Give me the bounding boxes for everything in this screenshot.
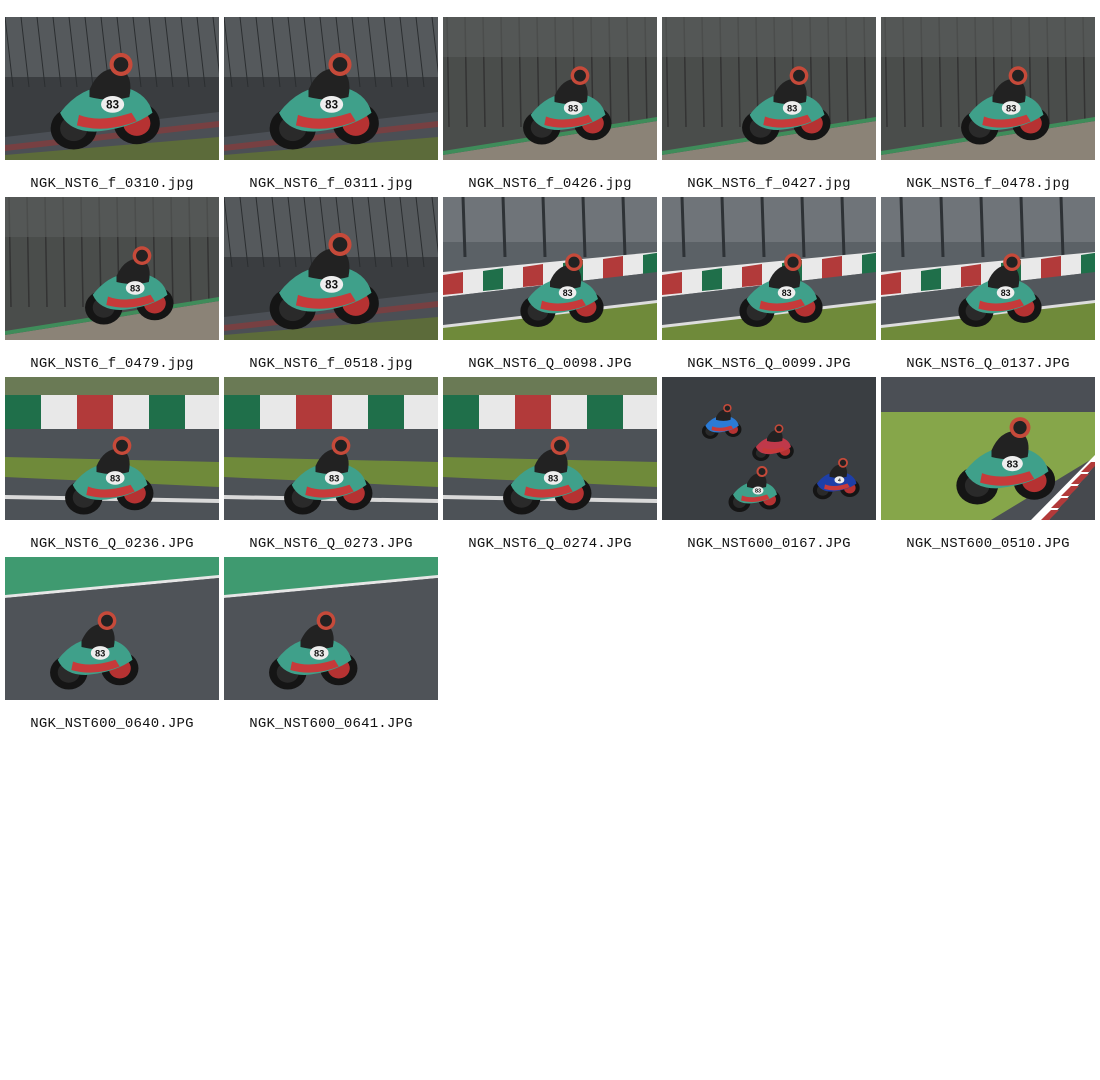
photo-thumbnail[interactable]: 83: [443, 377, 657, 520]
photo-filename[interactable]: NGK_NST6_f_0427.jpg: [662, 176, 876, 192]
photo-thumbnail[interactable]: 4 83: [662, 377, 876, 520]
photo-thumbnail[interactable]: 83: [881, 377, 1095, 520]
svg-text:83: 83: [106, 100, 119, 112]
gallery-item[interactable]: 83 NGK_NST6_Q_0273.JPG: [224, 377, 443, 557]
photo-thumbnail[interactable]: 83: [5, 197, 219, 340]
photo-thumbnail[interactable]: 83: [662, 197, 876, 340]
photo-filename[interactable]: NGK_NST6_Q_0274.JPG: [443, 536, 657, 552]
svg-text:4: 4: [838, 478, 841, 484]
photo-thumbnail[interactable]: 83: [443, 17, 657, 160]
gallery-row: 83 NGK_NST6_Q_0236.JPG 83 NGK_NST6_Q_0273.…: [5, 377, 1100, 557]
photo-thumbnail[interactable]: 83: [224, 17, 438, 160]
motorcycle-photo-image: 83: [224, 17, 438, 160]
motorcycle-photo-image: 83: [5, 377, 219, 520]
gallery-item[interactable]: 83 NGK_NST6_f_0311.jpg: [224, 17, 443, 197]
svg-text:83: 83: [563, 288, 573, 298]
photo-filename[interactable]: NGK_NST600_0640.JPG: [5, 716, 219, 732]
photo-thumbnail[interactable]: 83: [5, 17, 219, 160]
motorcycle-photo-image: 83: [881, 197, 1095, 340]
photo-filename[interactable]: NGK_NST6_f_0518.jpg: [224, 356, 438, 372]
photo-filename[interactable]: NGK_NST6_Q_0273.JPG: [224, 536, 438, 552]
motorcycle-photo-image: 83: [662, 17, 876, 160]
svg-text:83: 83: [1001, 288, 1011, 298]
photo-filename[interactable]: NGK_NST6_f_0479.jpg: [5, 356, 219, 372]
thumbnail-gallery: 83 NGK_NST6_f_0310.jpg 83 NGK_NST6_f_0311.…: [5, 17, 1100, 737]
motorcycle-photo-image: 4 83: [662, 377, 876, 520]
photo-filename[interactable]: NGK_NST6_Q_0236.JPG: [5, 536, 219, 552]
svg-text:83: 83: [329, 473, 339, 483]
photo-thumbnail[interactable]: 83: [662, 17, 876, 160]
motorcycle-photo-image: 83: [443, 17, 657, 160]
svg-text:83: 83: [325, 100, 338, 112]
photo-thumbnail[interactable]: 83: [224, 557, 438, 700]
photo-thumbnail[interactable]: 83: [443, 197, 657, 340]
gallery-item[interactable]: 83 NGK_NST6_f_0518.jpg: [224, 197, 443, 377]
gallery-row: 83 NGK_NST600_0640.JPG 83 NGK_NST600_0641.…: [5, 557, 1100, 737]
gallery-item[interactable]: 83 NGK_NST600_0641.JPG: [224, 557, 443, 737]
svg-text:83: 83: [1007, 459, 1019, 470]
photo-filename[interactable]: NGK_NST6_f_0478.jpg: [881, 176, 1095, 192]
photo-filename[interactable]: NGK_NST6_f_0311.jpg: [224, 176, 438, 192]
photo-thumbnail[interactable]: 83: [881, 17, 1095, 160]
motorcycle-photo-image: 83: [443, 377, 657, 520]
svg-text:83: 83: [95, 648, 105, 658]
photo-filename[interactable]: NGK_NST600_0641.JPG: [224, 716, 438, 732]
gallery-item[interactable]: 83 NGK_NST6_f_0479.jpg: [5, 197, 224, 377]
gallery-item[interactable]: 83 NGK_NST6_Q_0137.JPG: [881, 197, 1100, 377]
motorcycle-photo-image: 83: [443, 197, 657, 340]
svg-text:83: 83: [314, 648, 324, 658]
photo-filename[interactable]: NGK_NST6_Q_0099.JPG: [662, 356, 876, 372]
svg-text:83: 83: [755, 489, 761, 495]
motorcycle-photo-image: 83: [224, 197, 438, 340]
gallery-item[interactable]: 83 NGK_NST6_Q_0274.JPG: [443, 377, 662, 557]
svg-text:83: 83: [782, 288, 792, 298]
gallery-item[interactable]: 83 NGK_NST6_f_0427.jpg: [662, 17, 881, 197]
photo-filename[interactable]: NGK_NST600_0510.JPG: [881, 536, 1095, 552]
gallery-item[interactable]: 83 NGK_NST6_f_0478.jpg: [881, 17, 1100, 197]
photo-filename[interactable]: NGK_NST600_0167.JPG: [662, 536, 876, 552]
photo-filename[interactable]: NGK_NST6_f_0310.jpg: [5, 176, 219, 192]
motorcycle-photo-image: 83: [5, 557, 219, 700]
motorcycle-photo-image: 83: [662, 197, 876, 340]
photo-thumbnail[interactable]: 83: [5, 557, 219, 700]
photo-thumbnail[interactable]: 83: [224, 197, 438, 340]
svg-text:83: 83: [787, 103, 797, 113]
motorcycle-photo-image: 83: [5, 197, 219, 340]
photo-thumbnail[interactable]: 83: [224, 377, 438, 520]
photo-filename[interactable]: NGK_NST6_Q_0137.JPG: [881, 356, 1095, 372]
gallery-row: 83 NGK_NST6_f_0479.jpg 83 NGK_NST6_f_0518.…: [5, 197, 1100, 377]
motorcycle-photo-image: 83: [881, 377, 1095, 520]
gallery-item[interactable]: 83 NGK_NST6_f_0310.jpg: [5, 17, 224, 197]
photo-thumbnail[interactable]: 83: [5, 377, 219, 520]
photo-filename[interactable]: NGK_NST6_Q_0098.JPG: [443, 356, 657, 372]
gallery-row: 83 NGK_NST6_f_0310.jpg 83 NGK_NST6_f_0311.…: [5, 17, 1100, 197]
gallery-item[interactable]: 83 NGK_NST6_Q_0099.JPG: [662, 197, 881, 377]
svg-text:83: 83: [110, 473, 120, 483]
svg-text:83: 83: [130, 283, 140, 293]
motorcycle-photo-image: 83: [224, 557, 438, 700]
svg-text:83: 83: [568, 103, 578, 113]
gallery-item[interactable]: 83 NGK_NST600_0640.JPG: [5, 557, 224, 737]
svg-text:83: 83: [1006, 103, 1016, 113]
photo-filename[interactable]: NGK_NST6_f_0426.jpg: [443, 176, 657, 192]
svg-text:83: 83: [325, 280, 338, 292]
svg-text:83: 83: [548, 473, 558, 483]
gallery-item[interactable]: 4 83 NGK_NST600_0167.JPG: [662, 377, 881, 557]
photo-thumbnail[interactable]: 83: [881, 197, 1095, 340]
motorcycle-photo-image: 83: [224, 377, 438, 520]
motorcycle-photo-image: 83: [5, 17, 219, 160]
gallery-item[interactable]: 83 NGK_NST600_0510.JPG: [881, 377, 1100, 557]
gallery-item[interactable]: 83 NGK_NST6_f_0426.jpg: [443, 17, 662, 197]
gallery-item[interactable]: 83 NGK_NST6_Q_0236.JPG: [5, 377, 224, 557]
gallery-item[interactable]: 83 NGK_NST6_Q_0098.JPG: [443, 197, 662, 377]
motorcycle-photo-image: 83: [881, 17, 1095, 160]
